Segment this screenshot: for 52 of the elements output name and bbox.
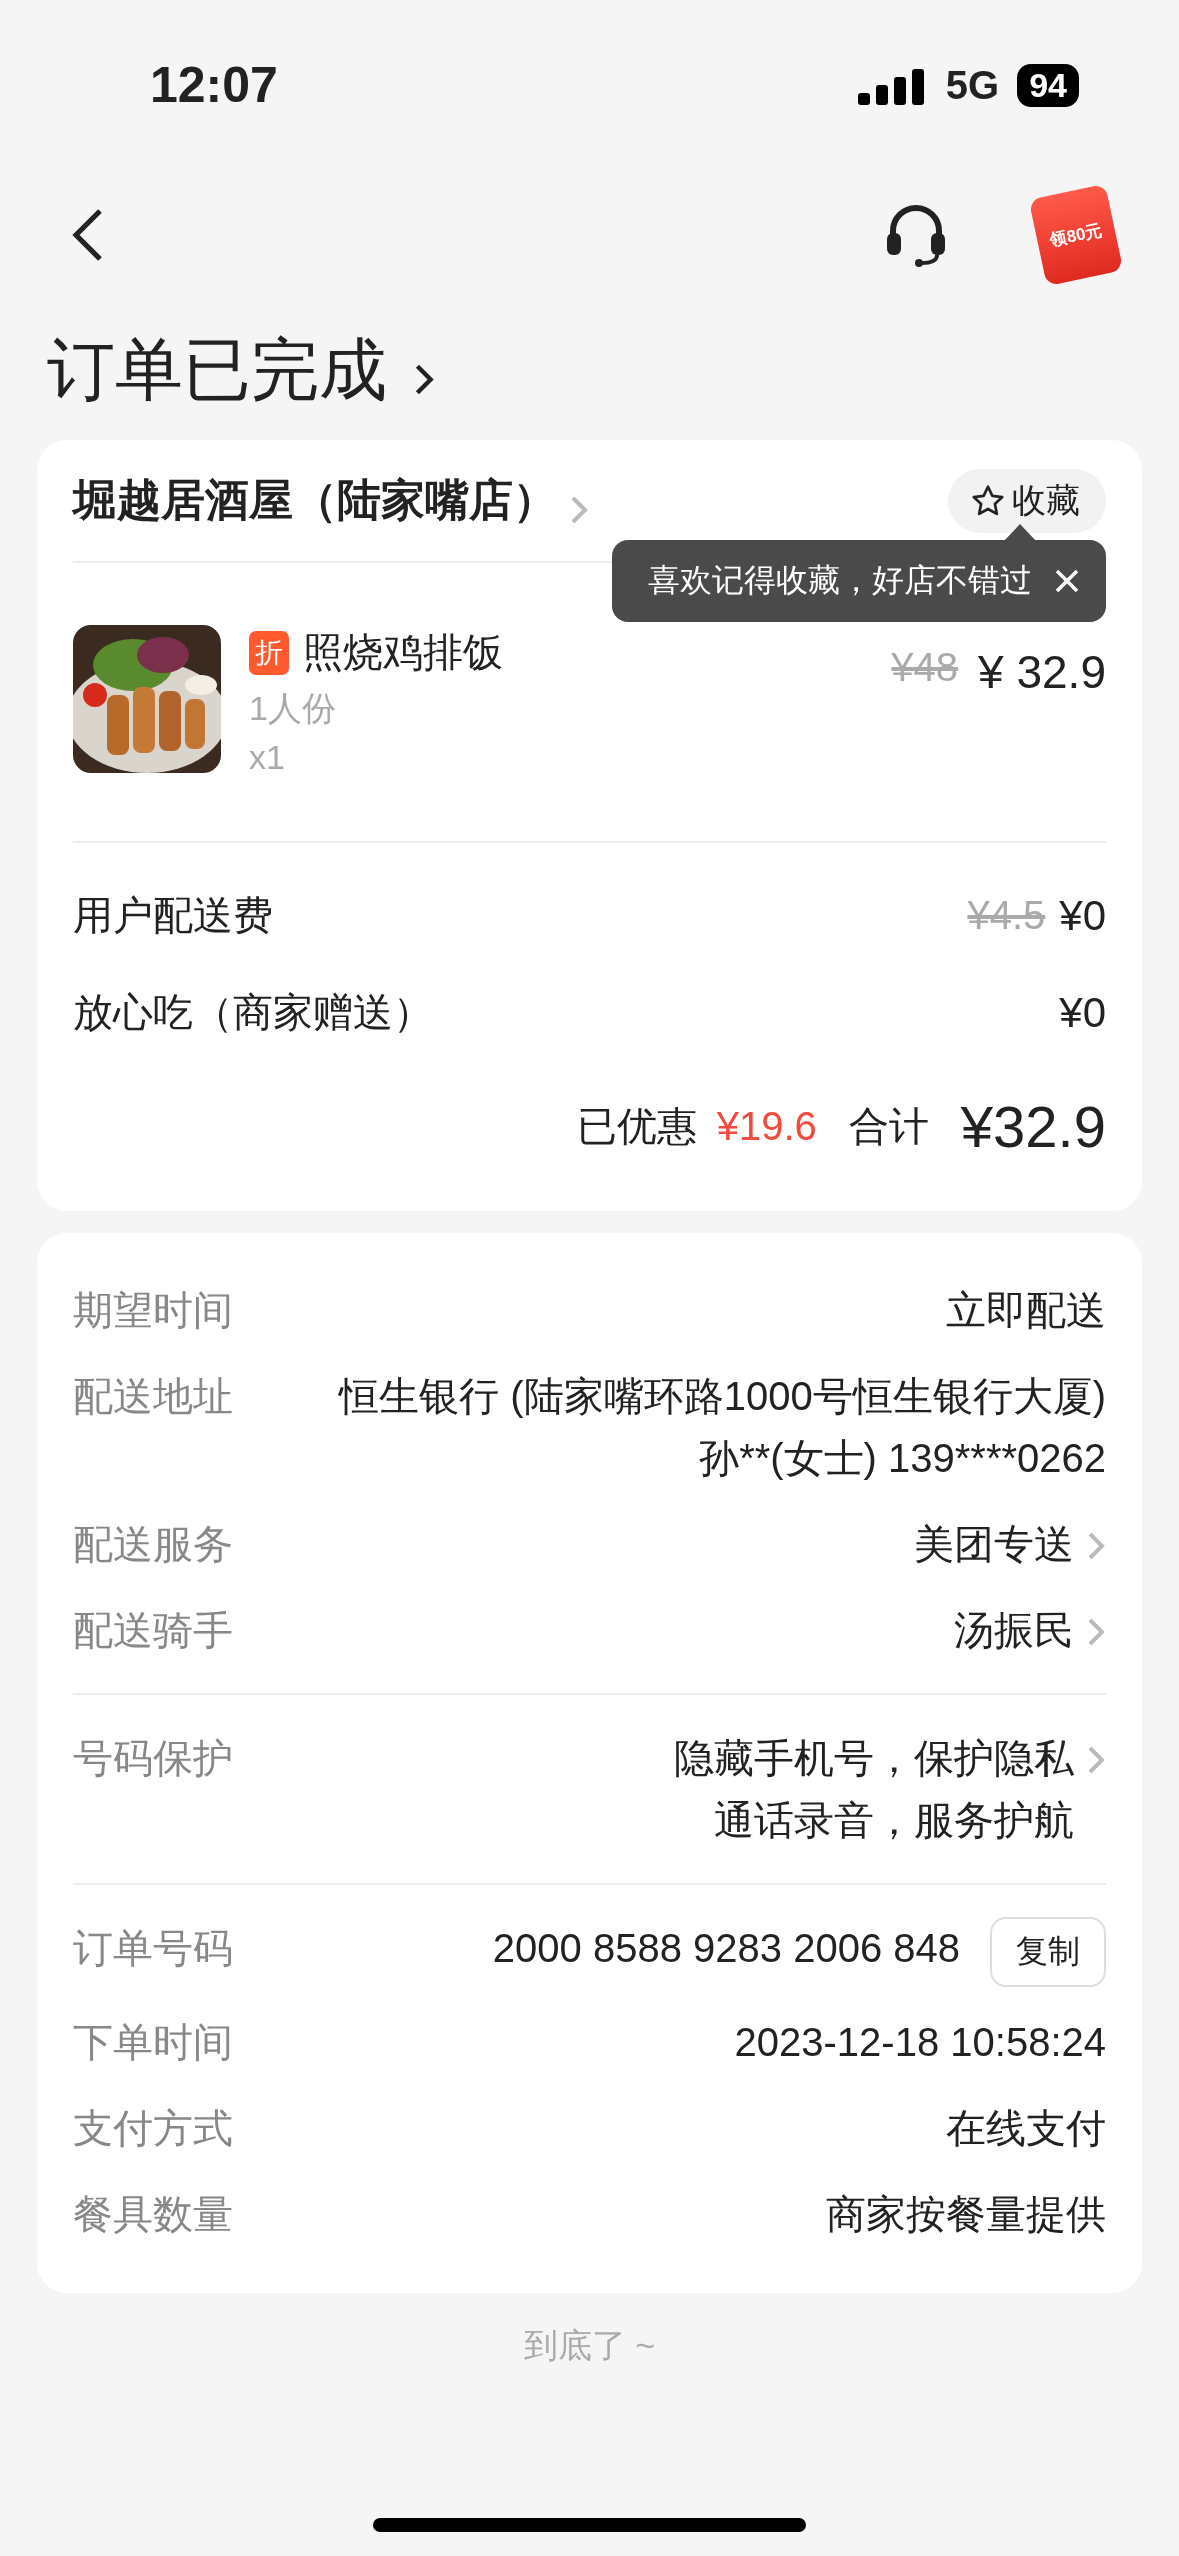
detail-label: 餐具数量: [73, 2191, 233, 2238]
item-spec: 1人份: [249, 688, 337, 729]
detail-value: 商家按餐量提供: [826, 2191, 1106, 2238]
detail-value: 孙**(女士) 139****0262: [699, 1435, 1106, 1482]
tooltip-text: 喜欢记得收藏，好店不错过: [648, 561, 1032, 600]
detail-value[interactable]: 汤振民: [954, 1599, 1074, 1661]
detail-label: 配送骑手: [73, 1607, 233, 1654]
chevron-icon: [1086, 1745, 1106, 1775]
detail-label: 号码保护: [73, 1735, 233, 1782]
detail-value[interactable]: 隐藏手机号，保护隐私: [674, 1727, 1074, 1789]
total-amount: ¥32.9: [960, 1092, 1106, 1160]
original-price: ¥48: [891, 645, 959, 690]
chevron-icon: [1086, 1531, 1106, 1561]
order-status-title[interactable]: 订单已完成: [47, 324, 387, 416]
item-quantity: x1: [249, 738, 286, 777]
detail-value[interactable]: 美团专送: [914, 1513, 1074, 1575]
detail-value: 恒生银行 (陆家嘴环路1000号恒生银行大厦): [339, 1373, 1106, 1420]
shop-name[interactable]: 堀越居酒屋（陆家嘴店）: [73, 471, 557, 530]
detail-value: 在线支付: [946, 2105, 1106, 2152]
fee-label: 用户配送费: [73, 892, 273, 939]
item-name: 照烧鸡排饭: [303, 629, 503, 676]
discount-tag: 折: [249, 630, 289, 675]
headset-icon[interactable]: [885, 203, 947, 267]
end-of-list-text: 到底了 ~: [523, 2325, 656, 2366]
detail-label: 配送地址: [73, 1373, 233, 1420]
detail-label: 支付方式: [73, 2105, 233, 2152]
chevron-icon: [569, 494, 589, 525]
detail-value: 立即配送: [946, 1287, 1106, 1334]
detail-label: 期望时间: [73, 1287, 233, 1334]
chevron-icon: [413, 362, 435, 396]
discount-amount: ¥19.6: [716, 1103, 817, 1149]
close-icon[interactable]: [1054, 568, 1080, 594]
copy-button[interactable]: 复制: [990, 1917, 1106, 1987]
original-fee: ¥4.5: [967, 893, 1046, 938]
detail-value: 2023-12-18 10:58:24: [734, 2019, 1106, 2066]
detail-label: 订单号码: [73, 1925, 233, 1972]
discount-label: 已优惠: [576, 1102, 697, 1150]
detail-value[interactable]: 通话录音，服务护航: [714, 1789, 1074, 1851]
battery-level: 94: [1017, 63, 1079, 107]
fee-label: 放心吃（商家赠送）: [73, 989, 433, 1036]
total-label: 合计: [848, 1102, 929, 1150]
favorite-button[interactable]: 收藏: [948, 468, 1106, 533]
item-price: ¥ 32.9: [978, 645, 1106, 699]
fee-value: ¥0: [1059, 891, 1106, 940]
status-time: 12:07: [150, 56, 278, 114]
network-label: 5G: [945, 62, 1000, 108]
detail-value: 2000 8588 9283 2006 848: [492, 1925, 960, 1972]
fee-value: ¥0: [1059, 988, 1106, 1037]
back-icon[interactable]: [70, 207, 104, 263]
detail-label: 配送服务: [73, 1521, 233, 1568]
chevron-icon: [1086, 1617, 1106, 1647]
detail-label: 下单时间: [73, 2019, 233, 2066]
